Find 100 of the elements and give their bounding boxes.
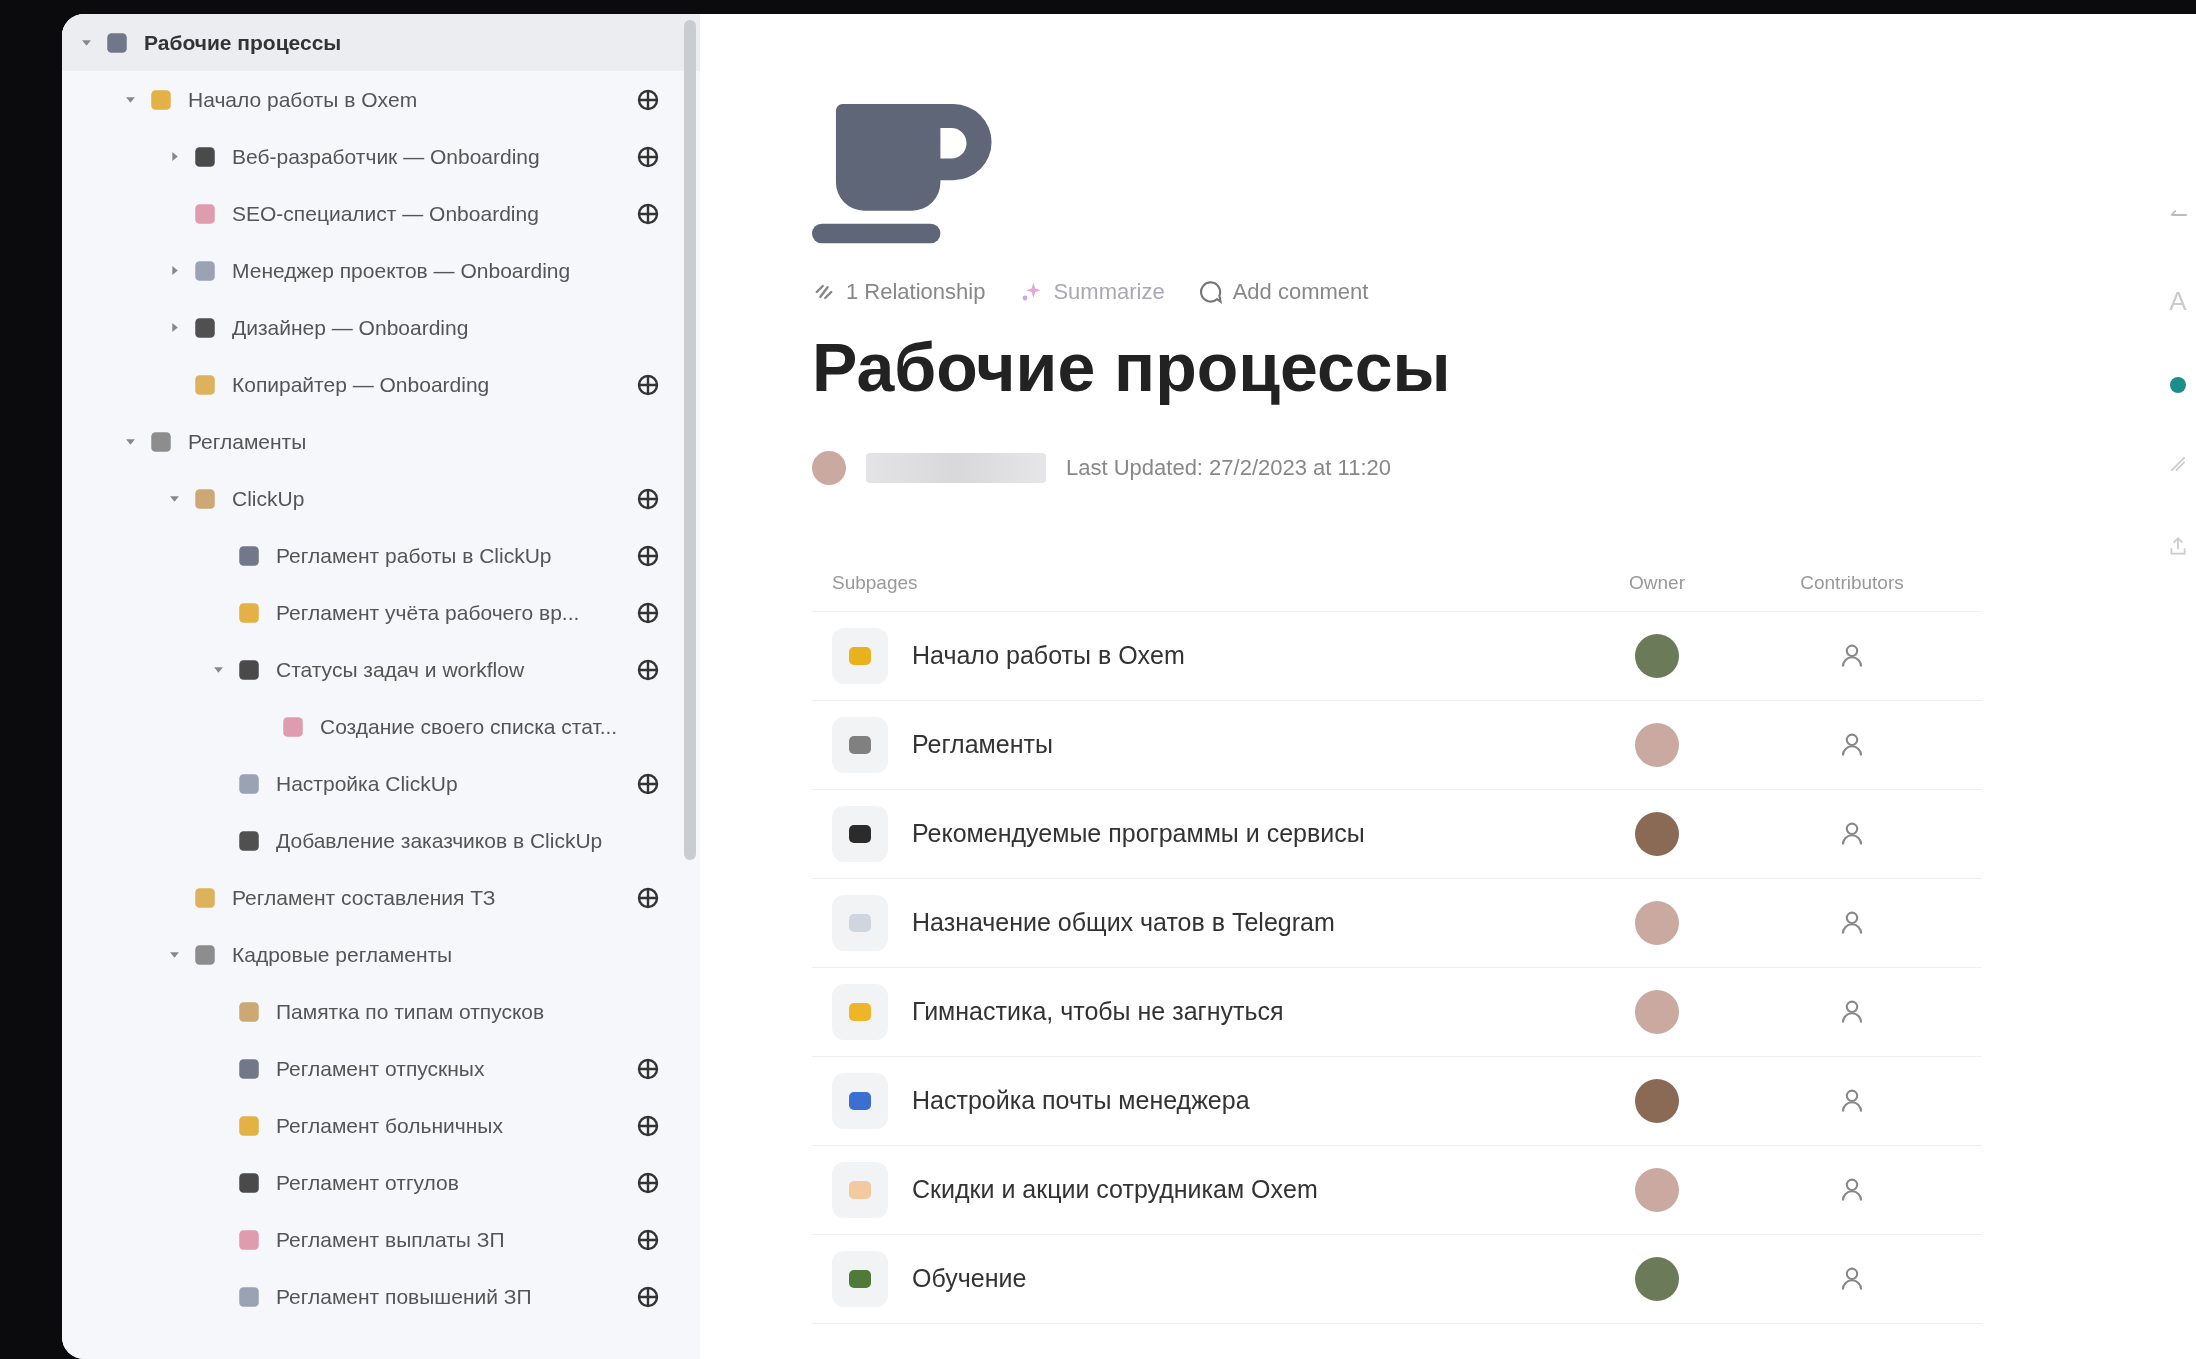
page-icon [832,1161,888,1218]
owner-avatar [1635,1256,1679,1301]
owner-avatar [1635,1078,1679,1123]
tree-item[interactable]: Копирайтер — Onboarding [62,356,700,413]
tree-item-label: Регламенты [188,429,307,454]
person-icon[interactable] [1839,731,1865,758]
caret-icon[interactable] [212,664,224,675]
caret-icon[interactable] [124,94,136,105]
page-icon [832,1072,888,1129]
globe-icon[interactable] [636,144,660,169]
subpage-link[interactable]: Гимнастика, чтобы не загнуться [912,997,1284,1027]
owner-avatar [1635,1167,1679,1212]
tree-item[interactable]: Регламент отгулов [62,1154,700,1211]
tree-item[interactable]: Создание своего списка стат... [62,698,700,755]
person-icon[interactable] [1839,909,1865,936]
globe-icon[interactable] [636,87,660,112]
subpage-link[interactable]: Регламенты [912,730,1053,760]
tree-item-label: Регламент больничных [276,1113,503,1138]
globe-icon[interactable] [636,771,660,796]
tree-item[interactable]: Регламент выплаты ЗП [62,1211,700,1268]
subpage-link[interactable]: Скидки и акции сотрудникам Oxem [912,1175,1318,1205]
tree-item[interactable]: Регламенты [62,413,700,470]
caret-icon[interactable] [124,436,136,447]
tree-item-label: Регламент отгулов [276,1170,459,1195]
globe-icon[interactable] [636,1284,660,1309]
tree-item-label: Менеджер проектов — Onboarding [232,258,571,283]
tree-item-label: Памятка по типам отпусков [276,999,545,1024]
tree-item-label: Дизайнер — Onboarding [232,315,469,340]
globe-icon[interactable] [636,201,660,226]
scrollbar[interactable] [684,20,696,860]
owner-avatar [1635,633,1679,678]
globe-icon[interactable] [636,1056,660,1081]
tree-item[interactable]: Дизайнер — Onboarding [62,299,700,356]
tree-item-label: Регламент составления ТЗ [232,885,496,910]
tree-item[interactable]: Добавление заказчиков в ClickUp [62,812,700,869]
tree-item-label: Регламент работы в ClickUp [276,543,552,568]
page-icon [832,805,888,862]
page-icon [832,627,888,684]
page-icon [832,894,888,951]
tree-item[interactable]: Регламент повышений ЗП [62,1268,700,1325]
tree-item-label: Копирайтер — Onboarding [232,372,490,397]
owner-avatar [1635,989,1679,1034]
owner-avatar [1635,900,1679,945]
globe-icon[interactable] [636,885,660,910]
tree-item[interactable]: Статусы задач и workflow [62,641,700,698]
page-icon [832,1250,888,1307]
person-icon[interactable] [1839,642,1865,669]
globe-icon[interactable] [636,486,660,511]
tree-item[interactable]: ClickUp [62,470,700,527]
tree-item-label: Кадровые регламенты [232,942,453,967]
person-icon[interactable] [1839,1087,1865,1114]
caret-icon[interactable] [168,493,180,504]
tree-item[interactable]: Регламент больничных [62,1097,700,1154]
caret-icon[interactable] [80,37,92,48]
globe-icon[interactable] [636,1113,660,1138]
subpage-link[interactable]: Обучение [912,1264,1027,1294]
subpage-link[interactable]: Назначение общих чатов в Telegram [912,908,1335,938]
subpage-link[interactable]: Рекомендуемые программы и сервисы [912,819,1365,849]
tree-item-label: Добавление заказчиков в ClickUp [276,828,603,853]
tree-item-label: Настройка ClickUp [276,771,458,796]
comment-icon [1198,280,1223,304]
tree-item[interactable]: Регламент составления ТЗ [62,869,700,926]
globe-icon[interactable] [636,1170,660,1195]
author-avatar [812,450,846,485]
tree-item-label: Создание своего списка стат... [320,714,618,739]
subpage-link[interactable]: Настройка почты менеджера [912,1086,1250,1116]
person-icon[interactable] [1839,820,1865,847]
globe-icon[interactable] [636,600,660,625]
tree-item[interactable]: Регламент работы в ClickUp [62,527,700,584]
globe-icon[interactable] [636,1227,660,1252]
tree-item-label: ClickUp [232,486,305,511]
tree-item[interactable]: Кадровые регламенты [62,926,700,983]
tree-item-label: Веб-разработчик — Onboarding [232,144,540,169]
tree-item-label: SEO-специалист — Onboarding [232,201,539,226]
person-icon[interactable] [1839,1265,1865,1292]
globe-icon[interactable] [636,372,660,397]
column-header: Subpages [831,571,919,594]
tree-item-label: Регламент повышений ЗП [276,1284,532,1309]
column-header: Owner [1628,571,1686,594]
tree-item-label: Регламент выплаты ЗП [276,1227,505,1252]
person-icon[interactable] [1839,998,1865,1025]
tree-item[interactable]: Веб-разработчик — Onboarding [62,128,700,185]
globe-icon[interactable] [636,543,660,568]
tree-item[interactable]: Регламент учёта рабочего вр... [62,584,700,641]
subpage-link[interactable]: Начало работы в Oxem [912,641,1185,671]
tree-item-label: Регламент учёта рабочего вр... [276,600,580,625]
tree-item[interactable]: Менеджер проектов — Onboarding [62,242,700,299]
tree-item[interactable]: Начало работы в Oxem [62,71,700,128]
tree-item[interactable]: Рабочие процессы [62,14,700,71]
tree-item-label: Статусы задач и workflow [276,657,525,682]
globe-icon[interactable] [636,657,660,682]
person-icon[interactable] [1839,1176,1865,1203]
column-header: Contributors [1799,571,1905,594]
tree-item[interactable]: Памятка по типам отпусков [62,983,700,1040]
caret-icon[interactable] [168,949,180,960]
tree-item[interactable]: Настройка ClickUp [62,755,700,812]
tree-item[interactable]: Регламент отпускных [62,1040,700,1097]
action-button[interactable]: 1 Relationship [812,279,986,305]
action-button[interactable]: Add comment [1198,279,1369,305]
tree-item[interactable]: SEO-специалист — Onboarding [62,185,700,242]
